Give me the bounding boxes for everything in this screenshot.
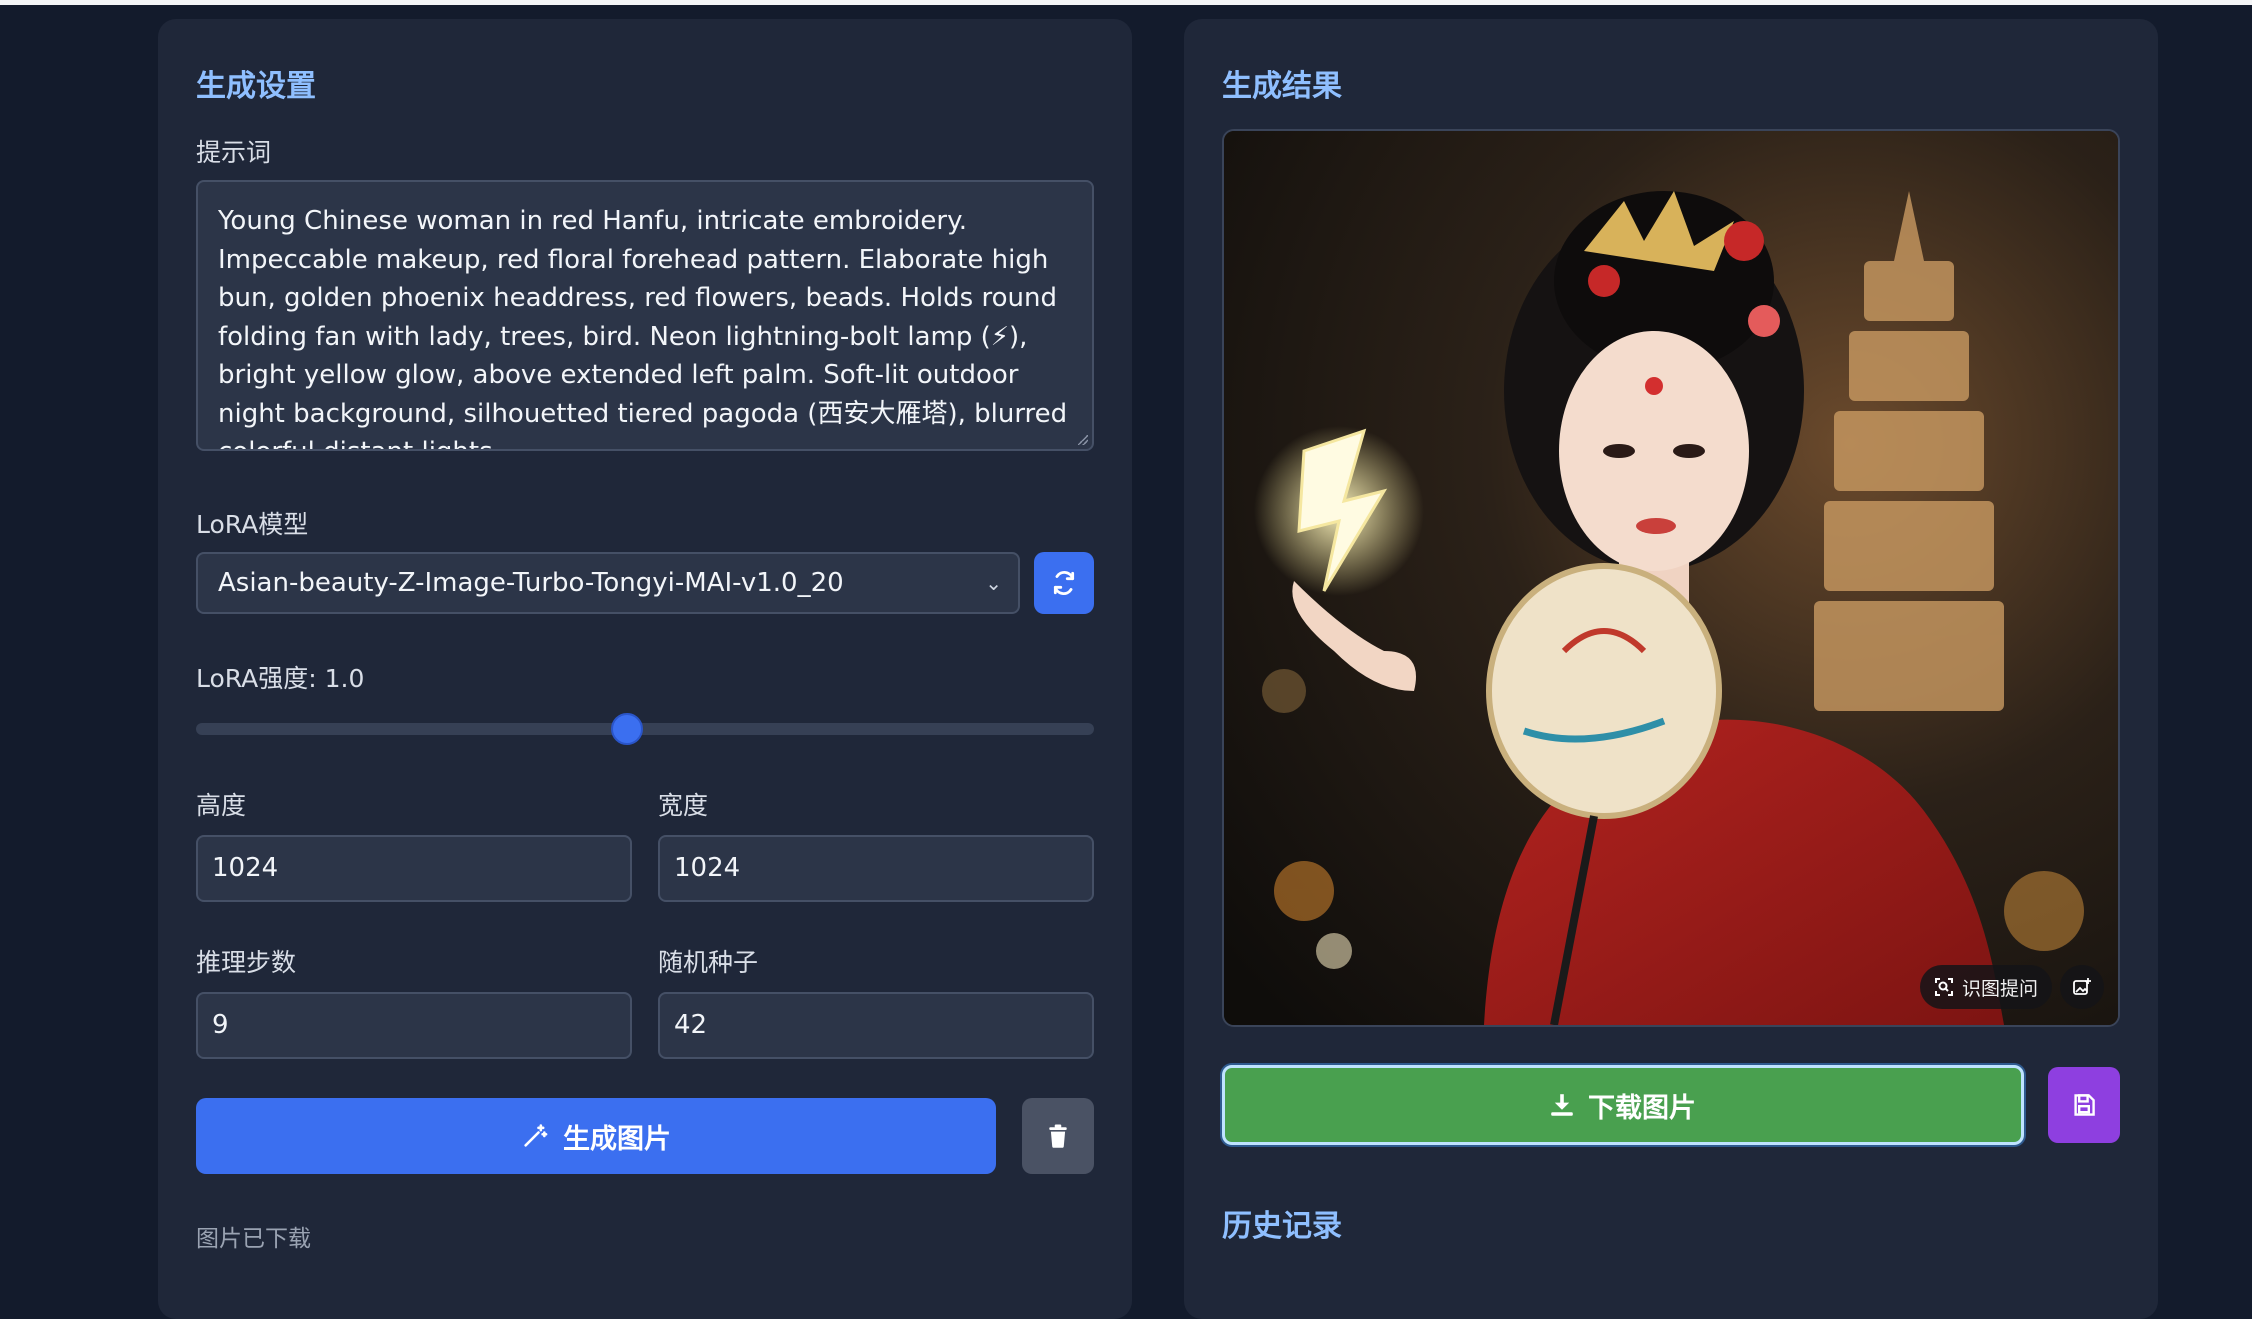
slider-thumb[interactable] — [611, 713, 644, 745]
generate-label: 生成图片 — [563, 1123, 671, 1155]
download-label: 下载图片 — [1588, 1092, 1696, 1124]
height-input[interactable]: 1024 — [196, 835, 632, 902]
steps-label: 推理步数 — [196, 948, 297, 977]
resize-grip-icon[interactable] — [1078, 435, 1088, 445]
prompt-text: Young Chinese woman in red Hanfu, intric… — [218, 206, 1068, 449]
prompt-textarea[interactable]: Young Chinese woman in red Hanfu, intric… — [196, 180, 1094, 451]
settings-panel: 生成设置 提示词 Young Chinese woman in red Hanf… — [158, 19, 1132, 1319]
settings-title: 生成设置 — [196, 69, 316, 104]
lora-selected-value: Asian-beauty-Z-Image-Turbo-Tongyi-MAI-v1… — [218, 568, 844, 598]
steps-input[interactable]: 9 — [196, 992, 632, 1059]
lora-model-select[interactable]: Asian-beauty-Z-Image-Turbo-Tongyi-MAI-v1… — [196, 552, 1020, 614]
chevron-down-icon: ⌄ — [985, 571, 1002, 595]
download-image-button[interactable]: 下载图片 — [1222, 1065, 2024, 1145]
lora-strength-slider[interactable] — [196, 713, 1094, 745]
status-text: 图片已下载 — [196, 1226, 311, 1252]
scan-icon — [1935, 978, 1953, 996]
magic-wand-icon — [524, 1124, 548, 1147]
refresh-lora-button[interactable] — [1034, 552, 1094, 614]
height-label: 高度 — [196, 791, 247, 820]
refresh-icon — [1053, 570, 1075, 596]
lora-label: LoRA模型 — [196, 510, 309, 539]
width-input[interactable]: 1024 — [658, 835, 1094, 902]
seed-label: 随机种子 — [658, 948, 759, 977]
result-panel: 生成结果 识图提问 下载图片 历史记录 — [1184, 19, 2158, 1319]
lora-strength-label: LoRA强度: 1.0 — [196, 664, 365, 693]
width-label: 宽度 — [658, 791, 709, 820]
image-edit-icon — [2073, 978, 2091, 995]
result-title: 生成结果 — [1222, 69, 1342, 104]
trash-icon — [1049, 1124, 1067, 1148]
image-edit-button[interactable] — [2060, 965, 2104, 1009]
generated-image-illustration — [1224, 131, 2118, 1025]
top-border — [0, 0, 2252, 5]
recognize-question-button[interactable]: 识图提问 — [1920, 965, 2053, 1009]
prompt-label: 提示词 — [196, 138, 272, 167]
save-icon — [2074, 1094, 2095, 1116]
clear-button[interactable] — [1022, 1098, 1094, 1174]
seed-input[interactable]: 42 — [658, 992, 1094, 1059]
generated-image[interactable]: 识图提问 — [1222, 129, 2120, 1027]
history-title: 历史记录 — [1222, 1209, 1342, 1244]
save-image-button[interactable] — [2048, 1067, 2120, 1143]
download-icon — [1551, 1094, 1573, 1116]
generate-button[interactable]: 生成图片 — [196, 1098, 996, 1174]
recognize-label: 识图提问 — [1962, 977, 2039, 1000]
